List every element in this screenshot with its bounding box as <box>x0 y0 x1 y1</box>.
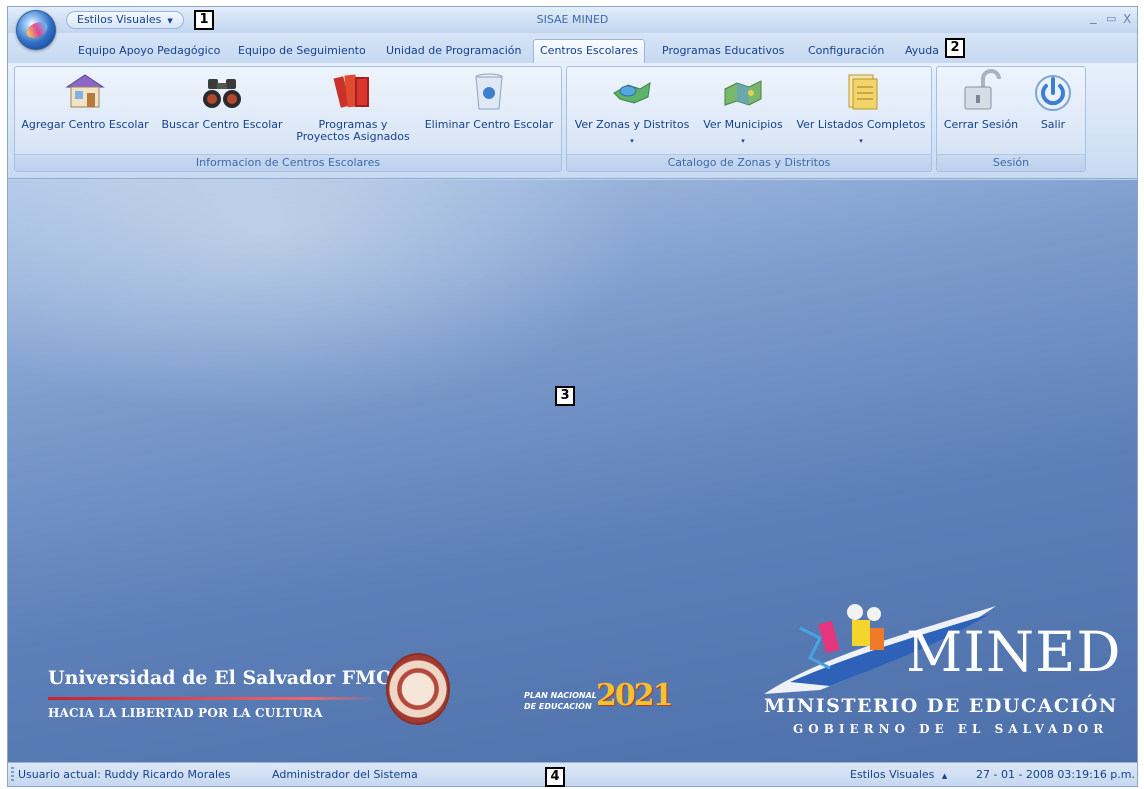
minimize-button[interactable]: _ <box>1090 10 1097 25</box>
group-sesion: Cerrar Sesión Salir Sesión <box>936 66 1086 172</box>
chevron-down-icon: ▾ <box>741 137 745 145</box>
search-school-button[interactable]: Buscar Centro Escolar <box>157 69 287 131</box>
padlock-open-icon <box>959 69 1003 113</box>
title-bar: Estilos Visuales ▼ SISAE MINED _ ▭ X <box>8 7 1137 50</box>
logout-button[interactable]: Cerrar Sesión <box>939 69 1023 131</box>
chevron-up-icon: ▲ <box>941 772 948 780</box>
tab-equipo-seguimiento[interactable]: Equipo de Seguimiento <box>232 41 372 63</box>
ues-motto: HACIA LA LIBERTAD POR LA CULTURA <box>48 706 323 720</box>
municipalities-label: Ver Municipios <box>703 118 783 131</box>
application-menu-button[interactable] <box>16 10 56 50</box>
add-school-button[interactable]: Agregar Centro Escolar <box>19 69 151 131</box>
add-school-label: Agregar Centro Escolar <box>21 118 149 131</box>
status-role: Administrador del Sistema <box>272 768 418 781</box>
power-icon <box>1031 69 1075 113</box>
annotation-marker-2: 2 <box>945 38 965 58</box>
school-building-icon <box>63 69 107 113</box>
status-visual-styles-label: Estilos Visuales <box>850 768 935 781</box>
full-listings-label: Ver Listados Completos <box>796 118 926 131</box>
chevron-down-icon: ▾ <box>630 137 634 145</box>
status-current-user: Usuario actual: Ruddy Ricardo Morales <box>18 768 231 781</box>
status-bar: Usuario actual: Ruddy Ricardo Morales Ad… <box>8 762 1137 786</box>
books-icon <box>331 69 375 113</box>
zones-districts-label: Ver Zonas y Distritos <box>574 118 690 131</box>
map-zones-icon <box>610 69 654 113</box>
ues-branding: Universidad de El Salvador FMO HACIA LA … <box>48 667 393 720</box>
group-informacion-centros: Agregar Centro Escolar Buscar Centro Esc… <box>14 66 562 172</box>
delete-school-label: Eliminar Centro Escolar <box>424 118 554 131</box>
zones-districts-button[interactable]: Ver Zonas y Distritos ▾ <box>571 69 693 147</box>
assigned-programs-label-2: Proyectos Asignados <box>296 130 410 143</box>
main-workspace: Universidad de El Salvador FMO HACIA LA … <box>8 180 1137 764</box>
annotation-marker-1: 1 <box>194 10 214 30</box>
municipalities-button[interactable]: Ver Municipios ▾ <box>695 69 791 147</box>
annotation-marker-4: 4 <box>545 767 565 787</box>
ribbon-panel: Agregar Centro Escolar Buscar Centro Esc… <box>8 63 1137 179</box>
tab-centros-escolares[interactable]: Centros Escolares <box>533 39 646 64</box>
tab-programas-educativos[interactable]: Programas Educativos <box>656 41 790 63</box>
assigned-programs-button[interactable]: Programas y Proyectos Asignados <box>291 69 415 143</box>
exit-label: Salir <box>1040 118 1066 131</box>
full-listings-button[interactable]: Ver Listados Completos ▾ <box>793 69 929 147</box>
status-datetime: 27 - 01 - 2008 03:19:16 p.m. <box>976 768 1136 781</box>
search-school-label: Buscar Centro Escolar <box>161 118 283 131</box>
group-caption-sesion: Sesión <box>937 154 1085 171</box>
grip-icon <box>11 767 14 781</box>
ues-seal-logo <box>386 653 450 725</box>
logout-label: Cerrar Sesión <box>943 118 1019 131</box>
mined-ministry-name: MINISTERIO DE EDUCACIÓN <box>764 695 1118 717</box>
exit-button[interactable]: Salir <box>1025 69 1081 131</box>
tab-equipo-apoyo[interactable]: Equipo Apoyo Pedagógico <box>72 41 226 63</box>
folder-list-icon <box>839 69 883 113</box>
chevron-down-icon: ▾ <box>859 137 863 145</box>
close-button[interactable]: X <box>1123 12 1131 26</box>
plan-line-2: DE EDUCACIÓN <box>524 702 592 711</box>
annotation-marker-3: 3 <box>555 386 575 406</box>
group-caption-informacion: Informacion de Centros Escolares <box>15 154 561 171</box>
binoculars-icon <box>200 69 244 113</box>
plan-year-logo: 2021 <box>596 678 673 713</box>
group-caption-catalogo: Catalogo de Zonas y Distritos <box>567 154 931 171</box>
ribbon-tabs: Equipo Apoyo Pedagógico Equipo de Seguim… <box>8 33 1137 64</box>
window-title: SISAE MINED <box>536 13 609 26</box>
tab-unidad-programacion[interactable]: Unidad de Programación <box>380 41 528 63</box>
ues-divider <box>48 697 378 700</box>
maximize-button[interactable]: ▭ <box>1106 12 1116 25</box>
plan-nacional-logo: PLAN NACIONAL DE EDUCACIÓN <box>524 690 597 712</box>
delete-school-button[interactable]: Eliminar Centro Escolar <box>421 69 557 131</box>
tab-ayuda[interactable]: Ayuda <box>899 41 945 63</box>
mined-government-name: GOBIERNO DE EL SALVADOR <box>793 722 1109 736</box>
status-visual-styles[interactable]: Estilos Visuales ▲ <box>850 768 947 781</box>
tab-configuracion[interactable]: Configuración <box>802 41 890 63</box>
ues-title: Universidad de El Salvador FMO <box>48 667 393 689</box>
plan-line-1: PLAN NACIONAL <box>524 691 597 700</box>
group-catalogo-zonas: Ver Zonas y Distritos ▾ Ver Municipios ▾… <box>566 66 932 172</box>
app-logo-icon <box>24 19 50 41</box>
recycle-bin-icon <box>467 69 511 113</box>
mined-wordmark: MINED <box>906 620 1122 684</box>
background-sheen <box>8 180 648 420</box>
map-icon <box>721 69 765 113</box>
